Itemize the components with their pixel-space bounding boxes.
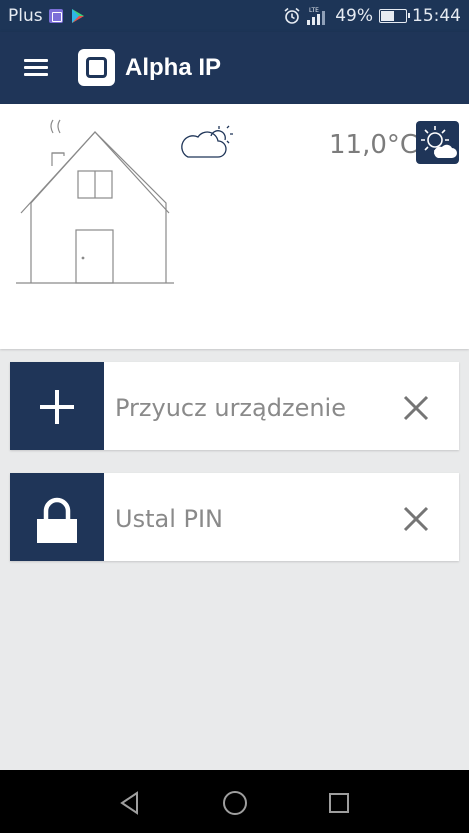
weather-button[interactable] — [416, 121, 459, 164]
home-card[interactable]: 11,0°C — [0, 104, 469, 349]
battery-icon — [379, 9, 410, 23]
sun-cloud-icon — [421, 126, 457, 158]
battery-percent: 49% — [335, 6, 373, 26]
close-icon[interactable] — [402, 505, 430, 533]
close-icon[interactable] — [402, 394, 430, 422]
set-pin-item[interactable]: Ustal PIN — [10, 473, 459, 561]
status-right: LTE 49% 15:44 — [283, 6, 461, 26]
gallery-icon — [49, 9, 63, 23]
status-time: 15:44 — [412, 6, 461, 26]
set-pin-tile — [10, 473, 104, 561]
house-icon — [16, 119, 174, 284]
app-bar: Alpha IP — [0, 32, 469, 104]
navigation-bar — [0, 770, 469, 833]
plus-icon — [40, 390, 74, 424]
pair-device-tile — [10, 362, 104, 450]
partly-cloudy-icon — [181, 125, 233, 158]
app-title: Alpha IP — [125, 54, 222, 81]
status-bar: Plus LTE 49% 15:44 — [0, 0, 469, 32]
battery-fill — [381, 11, 394, 21]
temperature-value: 11,0°C — [329, 130, 419, 160]
alarm-icon — [284, 7, 300, 24]
lock-icon — [37, 497, 77, 543]
recents-icon[interactable] — [325, 789, 353, 817]
pair-device-label: Przyucz urządzenie — [115, 394, 346, 422]
carrier-label: Plus — [8, 6, 43, 26]
alpha-ip-logo — [78, 49, 115, 86]
set-pin-label: Ustal PIN — [115, 505, 223, 533]
back-icon[interactable] — [116, 789, 144, 817]
hamburger-icon[interactable] — [20, 54, 52, 82]
home-icon[interactable] — [221, 789, 249, 817]
network-label: LTE — [309, 7, 319, 14]
pair-device-item[interactable]: Przyucz urządzenie — [10, 362, 459, 450]
play-store-icon — [72, 9, 84, 23]
signal-icon: LTE — [307, 7, 326, 25]
